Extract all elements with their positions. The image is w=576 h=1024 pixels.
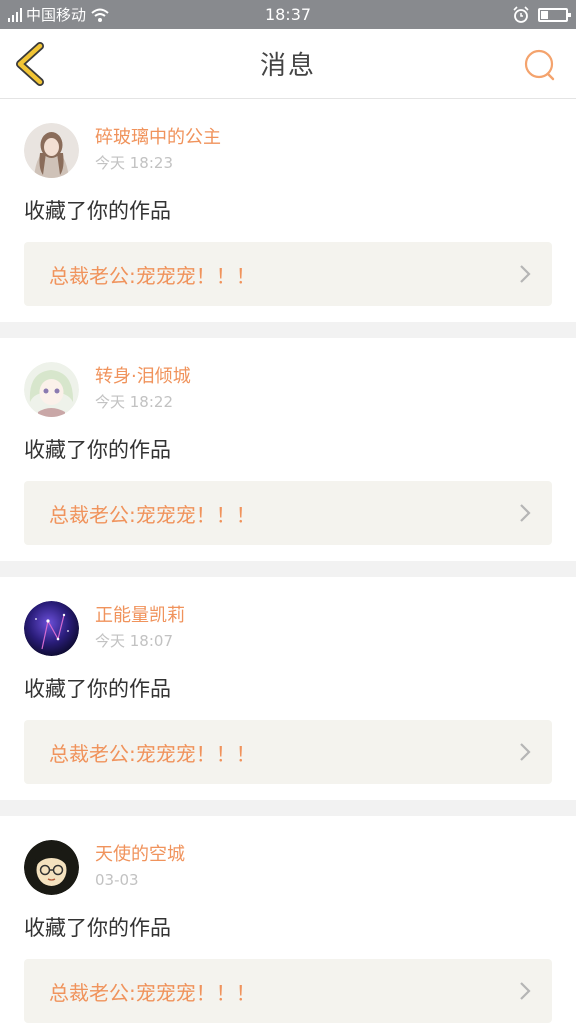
carrier-label: 中国移动 (26, 6, 87, 24)
message-card: 天使的空城 03-03 收藏了你的作品 总裁老公:宠宠宠！！！ (0, 816, 576, 1024)
action-text: 收藏了你的作品 (24, 199, 171, 223)
username[interactable]: 天使的空城 (95, 843, 185, 867)
timestamp: 今天 18:23 (95, 154, 173, 172)
work-title: 总裁老公:宠宠宠！！！ (49, 502, 256, 527)
message-card: 碎玻璃中的公主 今天 18:23 收藏了你的作品 总裁老公:宠宠宠！！！ (0, 99, 576, 322)
chevron-right-icon (520, 982, 531, 1000)
chevron-right-icon (520, 743, 531, 761)
search-icon[interactable] (522, 47, 558, 83)
action-text: 收藏了你的作品 (24, 677, 171, 701)
avatar[interactable] (24, 839, 79, 895)
work-link[interactable]: 总裁老公:宠宠宠！！！ (24, 481, 552, 545)
status-bar: 中国移动 18:37 (0, 0, 576, 29)
avatar[interactable] (24, 361, 79, 417)
message-list: 碎玻璃中的公主 今天 18:23 收藏了你的作品 总裁老公:宠宠宠！！！ 转身·… (0, 99, 576, 1024)
work-link[interactable]: 总裁老公:宠宠宠！！！ (24, 959, 552, 1023)
username[interactable]: 转身·泪倾城 (95, 365, 191, 389)
wifi-icon (91, 8, 109, 22)
timestamp: 今天 18:22 (95, 393, 173, 411)
action-text: 收藏了你的作品 (24, 916, 171, 940)
status-left: 中国移动 (8, 4, 110, 25)
action-text: 收藏了你的作品 (24, 438, 171, 462)
battery-icon (538, 7, 571, 22)
top-nav-bar: 消息 (0, 29, 576, 99)
back-arrow-icon[interactable] (12, 42, 52, 86)
username[interactable]: 碎玻璃中的公主 (95, 126, 221, 150)
work-link[interactable]: 总裁老公:宠宠宠！！！ (24, 720, 552, 784)
work-title: 总裁老公:宠宠宠！！！ (49, 263, 256, 288)
avatar[interactable] (24, 122, 79, 178)
timestamp: 今天 18:07 (95, 632, 173, 650)
work-title: 总裁老公:宠宠宠！！！ (49, 741, 256, 766)
status-right (512, 5, 571, 24)
message-card: 正能量凯莉 今天 18:07 收藏了你的作品 总裁老公:宠宠宠！！！ (0, 577, 576, 800)
alarm-icon (513, 5, 529, 23)
message-header: 转身·泪倾城 今天 18:22 (24, 361, 552, 417)
message-header: 碎玻璃中的公主 今天 18:23 (24, 122, 552, 178)
work-link[interactable]: 总裁老公:宠宠宠！！！ (24, 242, 552, 306)
chevron-right-icon (520, 504, 531, 522)
username[interactable]: 正能量凯莉 (95, 604, 185, 628)
avatar[interactable] (24, 600, 79, 656)
timestamp: 03-03 (95, 871, 139, 889)
page-title: 消息 (259, 51, 316, 81)
message-header: 天使的空城 03-03 (24, 839, 552, 895)
signal-icon (8, 7, 22, 22)
message-card: 转身·泪倾城 今天 18:22 收藏了你的作品 总裁老公:宠宠宠！！！ (0, 338, 576, 561)
message-header: 正能量凯莉 今天 18:07 (24, 600, 552, 656)
chevron-right-icon (520, 265, 531, 283)
work-title: 总裁老公:宠宠宠！！！ (49, 980, 256, 1005)
